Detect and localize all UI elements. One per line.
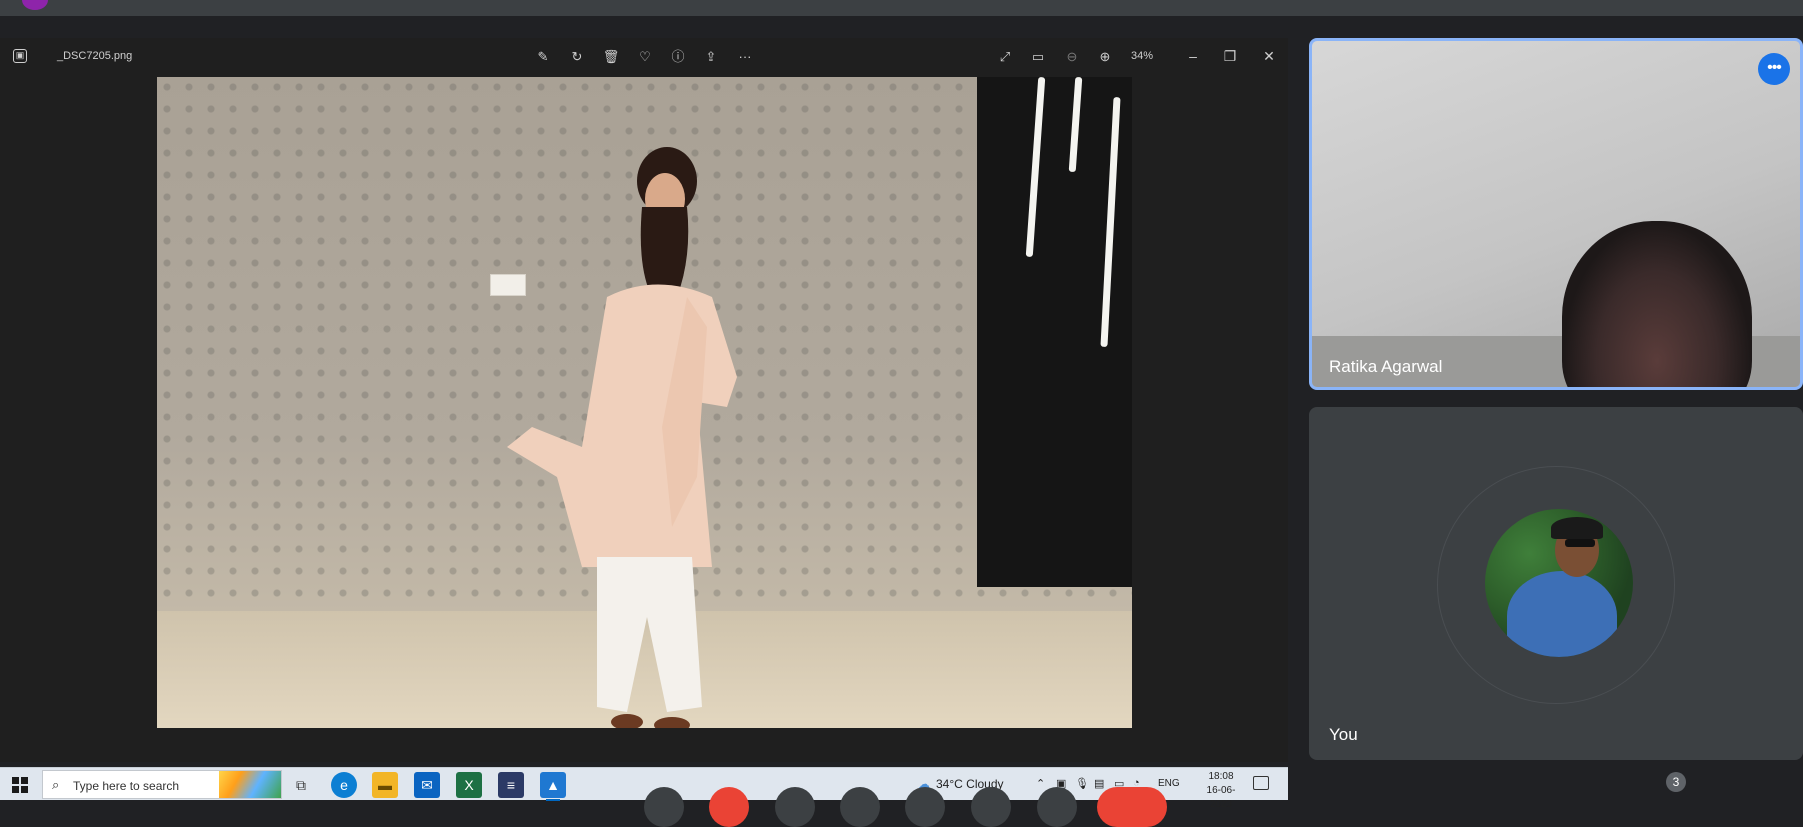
notification-icon[interactable]	[1253, 776, 1269, 790]
share-icon[interactable]: ⇪	[701, 47, 721, 67]
chevron-up-icon[interactable]: ⌃	[1036, 777, 1045, 790]
close-icon[interactable]: ✕	[1257, 44, 1281, 68]
shared-screen-photo-viewer: ▣ _DSC7205.png ✎ ↻ 🗑 ♡ ⓘ ⇪ ··· ⤢ ▭ ⊖ ⊕ 3…	[0, 38, 1288, 810]
displayed-photo	[157, 77, 1132, 728]
participant-count-badge: 3	[1666, 772, 1686, 792]
participant-tile-speaker[interactable]: ••• Ratika Agarwal	[1309, 38, 1803, 390]
photo-dark-panel	[977, 77, 1132, 587]
info-icon[interactable]: ⓘ	[668, 47, 688, 67]
file-explorer-icon[interactable]: ▬	[372, 772, 398, 798]
viewer-toolbar: ▣ _DSC7205.png ✎ ↻ 🗑 ♡ ⓘ ⇪ ··· ⤢ ▭ ⊖ ⊕ 3…	[0, 38, 1288, 76]
speaker-video	[1562, 221, 1752, 387]
photo-person	[507, 147, 737, 728]
self-name: You	[1329, 725, 1358, 744]
restore-icon[interactable]: ❐	[1218, 44, 1242, 68]
search-highlight-art	[219, 771, 281, 798]
minimize-icon[interactable]: –	[1181, 44, 1205, 68]
top-bar	[0, 0, 1803, 16]
windows-taskbar: ⌕ Type here to search ⧉ e ▬ ✉ X ≡ ▲ ☁ 34°…	[0, 767, 1288, 810]
camera-off-button[interactable]	[709, 787, 749, 827]
microphone-icon[interactable]: 🎙	[1075, 777, 1089, 790]
zoom-level: 34%	[1131, 50, 1154, 62]
windows-start-icon[interactable]	[12, 777, 28, 793]
self-avatar	[1485, 509, 1633, 657]
avatar	[22, 0, 48, 10]
photos-icon[interactable]: ▲	[540, 772, 566, 801]
more-options-button[interactable]	[1037, 787, 1077, 827]
language-indicator[interactable]: ENG	[1158, 778, 1180, 789]
search-icon: ⌕	[52, 777, 60, 792]
edit-icon[interactable]: ✎	[533, 47, 553, 67]
task-view-icon[interactable]: ⧉	[288, 772, 314, 798]
clock-date: 16-06-2023	[1206, 785, 1236, 810]
zoom-in-icon[interactable]: ⊕	[1095, 47, 1115, 67]
microphone-button[interactable]	[644, 787, 684, 827]
rotate-icon[interactable]: ↻	[567, 47, 587, 67]
search-placeholder: Type here to search	[73, 779, 180, 793]
meet-tray-icon[interactable]: ▤	[1094, 777, 1104, 790]
present-button[interactable]	[905, 787, 945, 827]
emoji-button[interactable]	[840, 787, 880, 827]
edge-icon[interactable]: e	[331, 772, 357, 798]
taskbar-search[interactable]: ⌕ Type here to search	[42, 770, 282, 799]
mail-icon[interactable]: ✉	[414, 772, 440, 798]
participant-name: Ratika Agarwal	[1329, 357, 1443, 376]
file-name: _DSC7205.png	[57, 50, 133, 62]
favorite-icon[interactable]: ♡	[635, 47, 655, 67]
excel-icon[interactable]: X	[456, 772, 482, 798]
delete-icon[interactable]: 🗑	[601, 47, 621, 67]
captions-button[interactable]	[775, 787, 815, 827]
clock-time: 18:08	[1208, 771, 1234, 782]
raise-hand-button[interactable]	[971, 787, 1011, 827]
participant-tile-self[interactable]: You	[1309, 407, 1803, 760]
leave-call-button[interactable]	[1097, 787, 1167, 827]
fit-icon[interactable]: ▭	[1028, 47, 1048, 67]
taskbar-clock[interactable]: 18:08 16-06-2023	[1196, 770, 1246, 812]
more-options-icon[interactable]: •••	[1758, 53, 1790, 85]
media-app-icon[interactable]: ≡	[498, 772, 524, 798]
zoom-out-icon[interactable]: ⊖	[1062, 47, 1082, 67]
fullscreen-icon[interactable]: ⤢	[995, 47, 1015, 67]
more-icon[interactable]: ···	[735, 47, 755, 67]
photos-app-icon: ▣	[13, 49, 27, 63]
